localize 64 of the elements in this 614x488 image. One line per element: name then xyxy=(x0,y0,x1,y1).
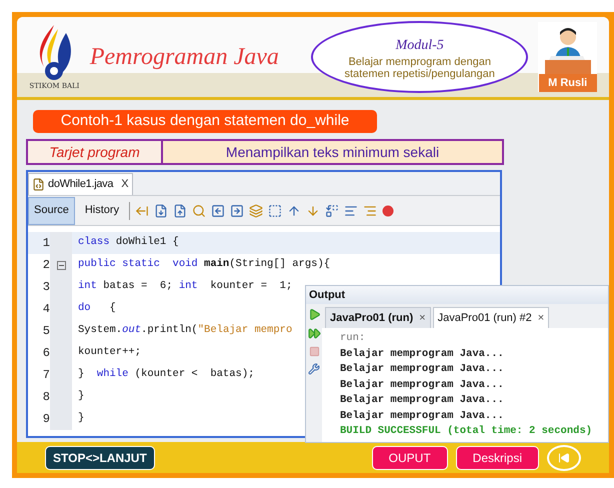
file-tab-label: doWhile1.java xyxy=(48,177,114,192)
code-line: public static void main(String[] args){ xyxy=(78,257,330,272)
code-line: System.out.println("Belajar mempro xyxy=(78,323,292,338)
layers-icon[interactable] xyxy=(249,204,264,218)
console-line: run: xyxy=(340,331,366,346)
console-line: Belajar memprogram Java... xyxy=(340,408,505,424)
close-tab-button[interactable]: × xyxy=(538,310,544,326)
run-icon[interactable] xyxy=(308,308,320,321)
target-value: Menampilkan teks minimum sekali xyxy=(163,141,502,163)
indent-right-icon[interactable] xyxy=(363,204,378,218)
code-line: int batas = 6; int kounter = 1; xyxy=(78,279,292,294)
line-number: 1 xyxy=(42,235,50,252)
indent-left-icon[interactable] xyxy=(344,204,358,218)
stop-continue-button[interactable]: STOP<>LANJUT xyxy=(45,446,155,470)
target-label: Tarjet program xyxy=(28,141,163,163)
close-tab-button[interactable]: X xyxy=(121,176,129,193)
code-line: do { xyxy=(78,301,116,316)
line-number: 7 xyxy=(42,367,50,384)
line-number: 9 xyxy=(42,411,50,428)
down-arrow-icon[interactable] xyxy=(306,204,320,218)
close-tab-button[interactable]: × xyxy=(419,310,426,326)
line-number: 5 xyxy=(42,323,50,340)
code-line: } xyxy=(78,389,84,404)
code-line: } while (kounter < batas); xyxy=(78,367,254,382)
output-tab[interactable]: JavaPro01 (run) #2 × xyxy=(432,307,550,328)
module-subtitle: Belajar memprogram dengan statemen repetisi/pengulangan xyxy=(343,56,496,80)
java-file-icon xyxy=(32,178,45,191)
file-down-icon[interactable] xyxy=(154,204,168,218)
record-icon[interactable] xyxy=(382,204,394,216)
author-label: M Rusli xyxy=(538,74,597,92)
selection-icon[interactable] xyxy=(268,204,282,218)
console-line: Belajar memprogram Java... xyxy=(340,393,505,408)
up-arrow-icon[interactable] xyxy=(287,204,302,218)
code-line: class doWhile1 { xyxy=(78,235,179,250)
file-tab[interactable]: doWhile1.java X xyxy=(28,173,133,195)
view-tab[interactable]: Source xyxy=(28,196,75,224)
console-line: Belajar memprogram Java... xyxy=(340,346,505,362)
output-tab-label: JavaPro01 (run) #2 xyxy=(438,310,532,326)
console-line: Belajar memprogram Java... xyxy=(340,378,505,392)
line-number: 6 xyxy=(42,345,50,362)
console-line: BUILD SUCCESSFUL (total time: 2 seconds) xyxy=(340,424,594,439)
view-tab[interactable]: History xyxy=(80,196,124,224)
output-tab[interactable]: JavaPro01 (run) × xyxy=(325,307,431,328)
skip-back-icon xyxy=(558,452,570,464)
search-icon[interactable] xyxy=(192,204,206,218)
nav-button[interactable]: Deskripsi xyxy=(456,446,539,470)
module-title: Modul-5 xyxy=(396,36,444,54)
nav-button[interactable]: OUPUT xyxy=(372,446,448,470)
fold-toggle-icon[interactable] xyxy=(56,260,66,270)
fast-forward-icon[interactable] xyxy=(308,327,320,340)
example-banner: Contoh-1 kasus dengan statemen do_while xyxy=(33,110,377,133)
line-number: 3 xyxy=(42,279,50,296)
console-line: Belajar memprogram Java... xyxy=(340,362,505,377)
file-up-icon[interactable] xyxy=(173,204,188,218)
wrench-icon[interactable] xyxy=(308,363,320,375)
line-number: 8 xyxy=(42,389,50,406)
teacher-at-desk-icon xyxy=(542,26,593,74)
output-title: Output xyxy=(309,288,346,303)
course-title: Pemrograman Java xyxy=(90,43,280,72)
line-number: 4 xyxy=(42,301,50,318)
code-line: } xyxy=(78,411,84,426)
output-tab-label: JavaPro01 (run) xyxy=(330,310,414,326)
line-number: 2 xyxy=(42,257,50,274)
code-line: kounter++; xyxy=(78,345,142,360)
